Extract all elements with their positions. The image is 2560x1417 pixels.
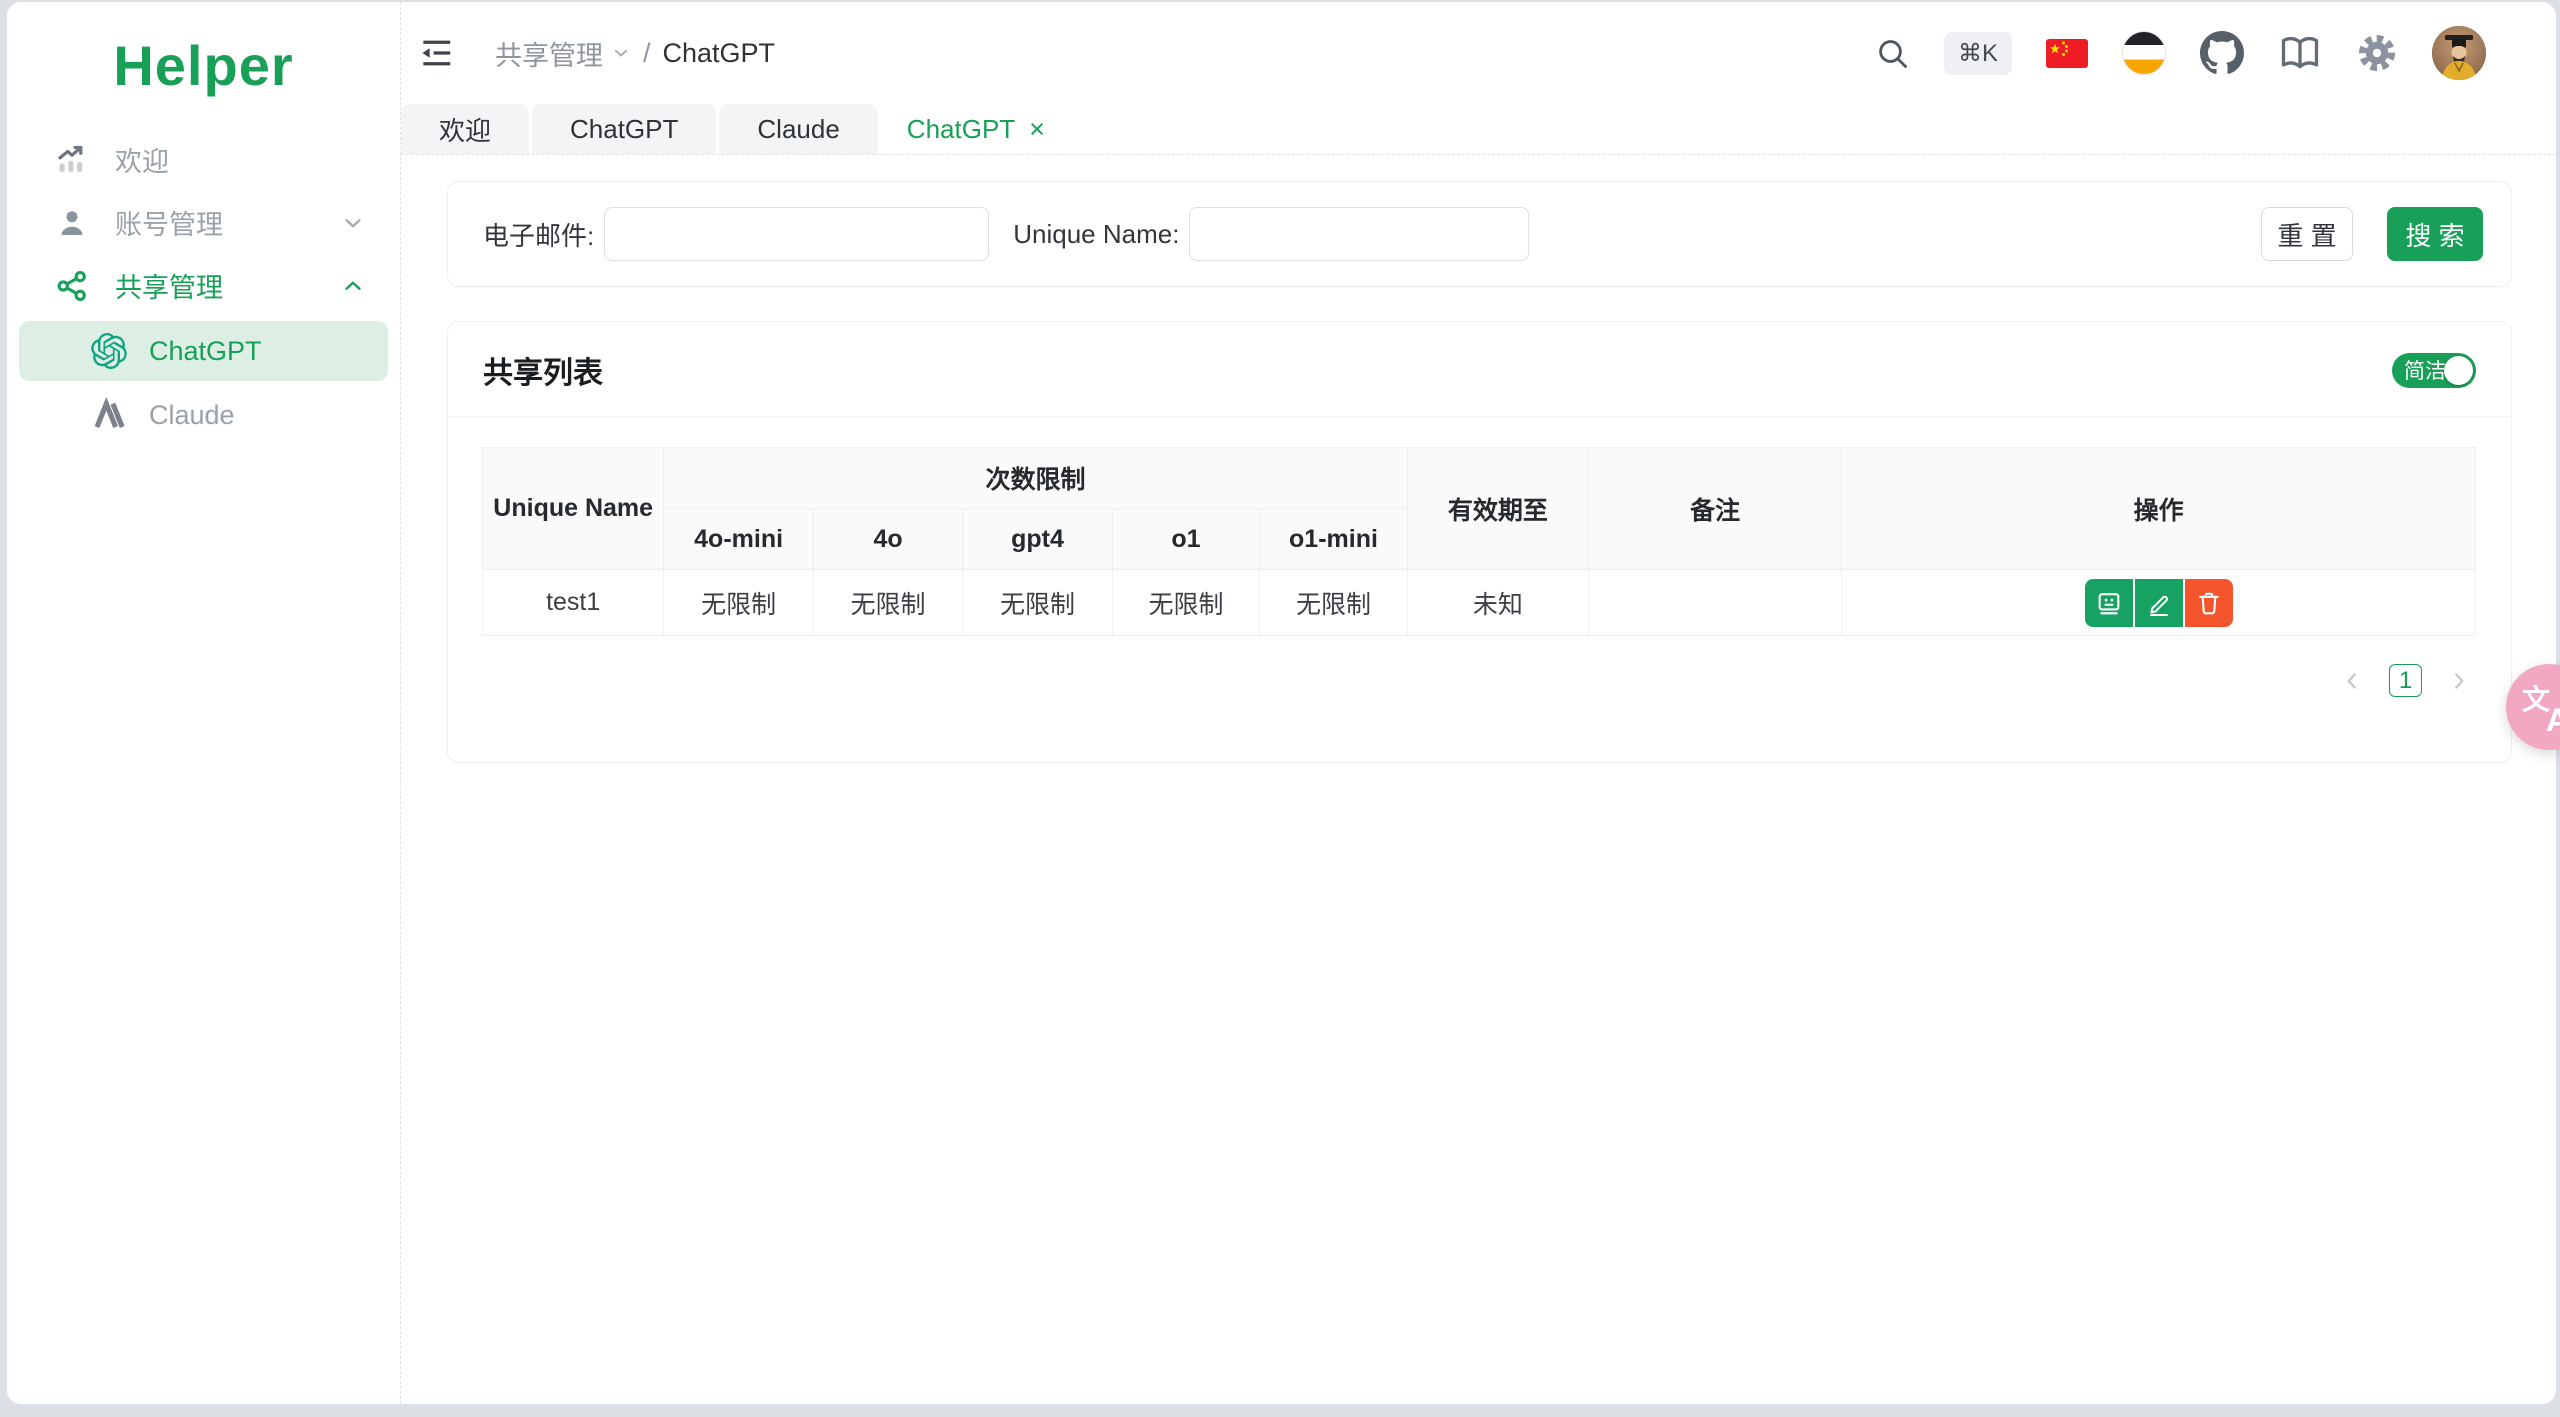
- breadcrumb-page: ChatGPT: [662, 37, 776, 68]
- sidebar: Helper 欢迎 账号管理 共享管理 ChatGPT Claude: [7, 2, 401, 1404]
- col-4o: 4o: [812, 508, 964, 570]
- col-actions: 操作: [1841, 447, 2476, 570]
- col-gpt4: gpt4: [962, 508, 1113, 570]
- search-icon[interactable]: [1874, 35, 1910, 71]
- edit-button[interactable]: [2134, 578, 2183, 627]
- sidebar-subitem-claude[interactable]: Claude: [19, 385, 388, 445]
- trash-icon: [2198, 592, 2219, 614]
- col-usage-limit: 次数限制: [663, 447, 1408, 509]
- pagination-next-icon[interactable]: [2446, 668, 2472, 694]
- search-button[interactable]: 搜 索: [2387, 207, 2483, 261]
- shortcut-badge[interactable]: ⌘K: [1943, 31, 2012, 75]
- unique-name-input[interactable]: [1189, 207, 1530, 261]
- session-card-icon: [2098, 592, 2119, 614]
- user-avatar[interactable]: [2432, 26, 2486, 80]
- sidebar-subitem-label: Claude: [149, 399, 235, 430]
- table-row: test1 无限制 无限制 无限制 无限制 无限制 未知: [481, 569, 2476, 636]
- pagination-prev-icon[interactable]: [2339, 668, 2365, 694]
- app-logo: Helper: [113, 34, 294, 97]
- github-icon[interactable]: [2200, 31, 2244, 75]
- pagination: 1: [482, 664, 2476, 697]
- anthropic-icon: [91, 397, 127, 433]
- email-input[interactable]: [604, 207, 990, 261]
- col-o1: o1: [1111, 508, 1261, 570]
- flag-circle-icon[interactable]: [2122, 31, 2166, 75]
- tab-welcome[interactable]: 欢迎: [401, 104, 530, 154]
- app-window: Helper 欢迎 账号管理 共享管理 ChatGPT Claude 共享管理 …: [7, 2, 2556, 1404]
- topbar: 共享管理 / ChatGPT ⌘K: [401, 2, 2556, 104]
- breadcrumb: 共享管理 / ChatGPT: [495, 34, 775, 73]
- share-table-wrap: Unique Name 次数限制 有效期至 备注 操作 4o-mini 4o g…: [448, 417, 2511, 697]
- sidebar-item-label: 欢迎: [115, 147, 169, 177]
- cell-limit-4o-mini: 无限制: [663, 569, 814, 636]
- cell-limit-o1: 无限制: [1111, 569, 1261, 636]
- edit-pencil-icon: [2149, 595, 2168, 616]
- col-unique-name: Unique Name: [481, 447, 665, 570]
- cell-expiry: 未知: [1406, 569, 1590, 636]
- sidebar-item-share[interactable]: 共享管理: [7, 254, 400, 317]
- tab-close-icon[interactable]: ×: [1029, 115, 1045, 143]
- share-list-card: 共享列表 简洁 Unique Name 次数限制 有效期至 备注 操作 4o-m…: [447, 321, 2512, 763]
- share-list-header: 共享列表 简洁: [448, 322, 2511, 417]
- chevron-down-icon: [340, 210, 366, 236]
- toggle-label: 简洁: [2404, 360, 2446, 383]
- share-list-title: 共享列表: [483, 357, 603, 390]
- col-o1-mini: o1-mini: [1259, 508, 1408, 570]
- flag-china-icon[interactable]: [2046, 38, 2088, 68]
- sidebar-item-accounts[interactable]: 账号管理: [7, 191, 400, 254]
- sidebar-subitem-chatgpt[interactable]: ChatGPT: [19, 321, 388, 381]
- trend-chart-icon: [55, 143, 89, 177]
- topbar-icons: ⌘K: [1874, 26, 2486, 80]
- col-4o-mini: 4o-mini: [663, 508, 814, 570]
- reset-button[interactable]: 重 置: [2261, 207, 2353, 261]
- col-expiry: 有效期至: [1406, 447, 1590, 570]
- share-table: Unique Name 次数限制 有效期至 备注 操作 4o-mini 4o g…: [481, 447, 2476, 636]
- sidebar-item-welcome[interactable]: 欢迎: [7, 128, 400, 191]
- docs-book-icon[interactable]: [2278, 31, 2322, 75]
- chevron-down-icon: [615, 49, 627, 57]
- pagination-page-1[interactable]: 1: [2389, 664, 2422, 697]
- toggle-knob: [2444, 355, 2473, 385]
- breadcrumb-section[interactable]: 共享管理: [495, 34, 631, 73]
- breadcrumb-separator: /: [643, 37, 651, 68]
- simple-mode-toggle[interactable]: 简洁: [2392, 352, 2476, 388]
- cell-note: [1588, 569, 1843, 636]
- tab-chatgpt[interactable]: ChatGPT: [532, 104, 717, 154]
- cell-limit-o1-mini: 无限制: [1259, 569, 1408, 636]
- sidebar-item-label: 账号管理: [115, 210, 223, 240]
- sidebar-collapse-button[interactable]: [413, 30, 459, 76]
- gear-icon[interactable]: [2356, 32, 2398, 74]
- main-area: 共享管理 / ChatGPT ⌘K 欢迎 ChatGPT Claude Chat…: [401, 2, 2556, 1404]
- cell-limit-4o: 无限制: [812, 569, 964, 636]
- sidebar-item-label: 共享管理: [115, 273, 223, 303]
- share-icon: [55, 269, 89, 303]
- email-label: 电子邮件:: [483, 220, 595, 251]
- tab-claude[interactable]: Claude: [719, 104, 878, 154]
- user-icon: [55, 206, 89, 240]
- sidebar-subitem-label: ChatGPT: [149, 335, 262, 366]
- content: 电子邮件: Unique Name: 重 置 搜 索 共享列表 简洁 Uniqu…: [401, 155, 2556, 1404]
- cell-limit-gpt4: 无限制: [962, 569, 1113, 636]
- sidebar-nav: 欢迎 账号管理 共享管理 ChatGPT Claude: [7, 128, 400, 445]
- cell-unique-name: test1: [481, 569, 665, 636]
- filter-card: 电子邮件: Unique Name: 重 置 搜 索: [447, 181, 2512, 287]
- unique-name-label: Unique Name:: [1013, 218, 1180, 249]
- chevron-up-icon: [340, 273, 366, 299]
- session-card-button[interactable]: [2084, 578, 2133, 627]
- openai-icon: [91, 333, 127, 369]
- col-note: 备注: [1588, 447, 1843, 570]
- tabbar: 欢迎 ChatGPT Claude ChatGPT ×: [401, 104, 2556, 155]
- cell-actions: [1841, 569, 2476, 636]
- delete-button[interactable]: [2184, 578, 2233, 627]
- tab-chatgpt-active[interactable]: ChatGPT ×: [880, 104, 1071, 154]
